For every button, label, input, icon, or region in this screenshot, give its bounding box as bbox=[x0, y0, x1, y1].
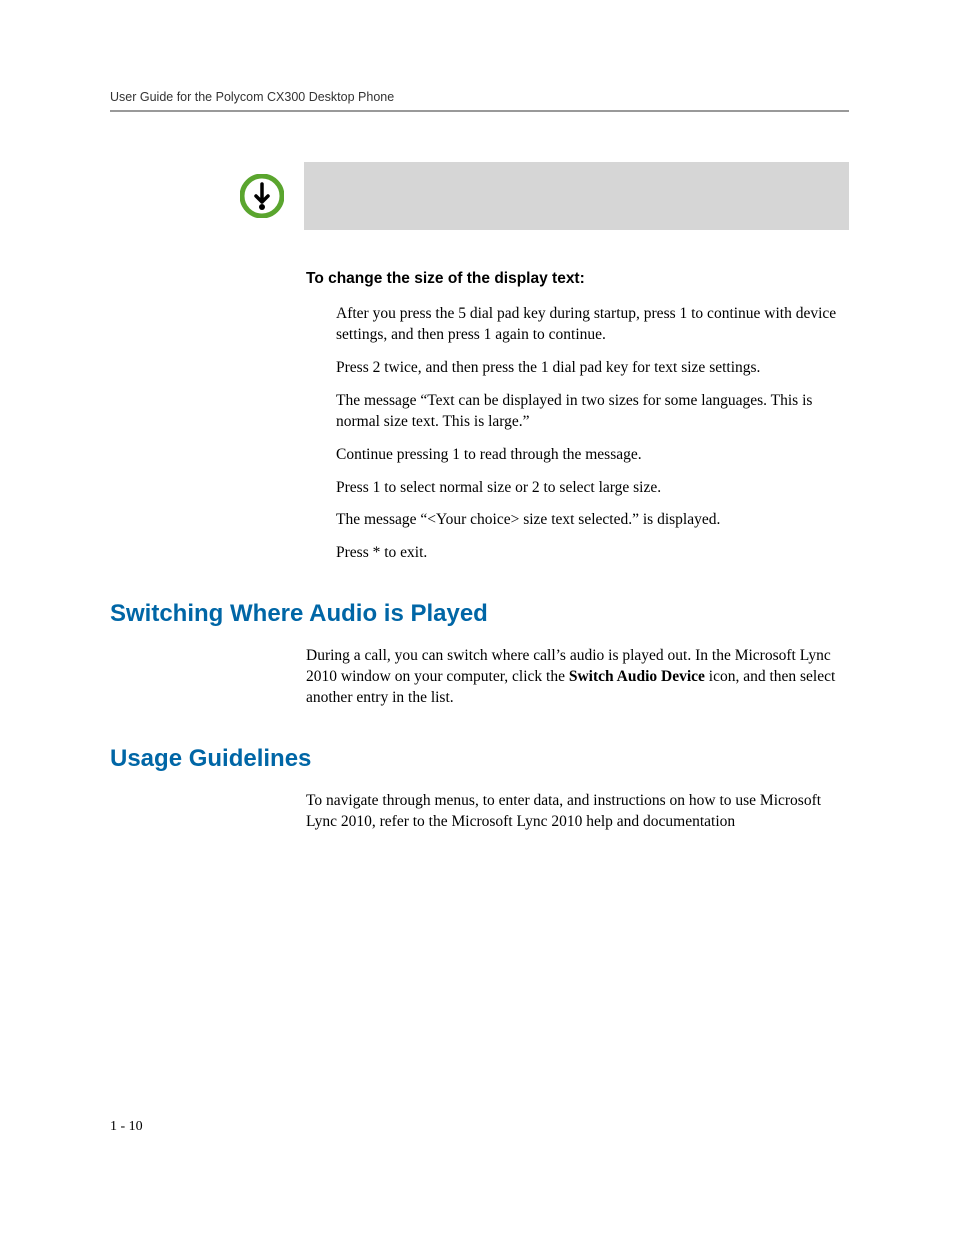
procedure-step: Press * to exit. bbox=[336, 543, 849, 564]
procedure-step: After you press the 5 dial pad key durin… bbox=[336, 304, 849, 346]
procedure-step: The message “Text can be displayed in tw… bbox=[336, 391, 849, 433]
procedure-step: The message “<Your choice> size text sel… bbox=[336, 510, 849, 531]
page-content: User Guide for the Polycom CX300 Desktop… bbox=[0, 0, 954, 903]
tip-icon bbox=[240, 174, 284, 218]
procedure-title: To change the size of the display text: bbox=[306, 270, 849, 288]
section-body: To navigate through menus, to enter data… bbox=[306, 791, 849, 833]
callout-row bbox=[240, 162, 849, 230]
section-text-bold: Switch Audio Device bbox=[569, 668, 705, 685]
section-heading: Switching Where Audio is Played bbox=[110, 600, 849, 628]
procedure-step: Press 1 to select normal size or 2 to se… bbox=[336, 478, 849, 499]
running-header: User Guide for the Polycom CX300 Desktop… bbox=[110, 90, 849, 110]
header-rule bbox=[110, 110, 849, 112]
section-text-pre: To navigate through menus, to enter data… bbox=[306, 792, 821, 830]
procedure-step: Continue pressing 1 to read through the … bbox=[336, 445, 849, 466]
procedure-step: Press 2 twice, and then press the 1 dial… bbox=[336, 358, 849, 379]
page-number: 1 - 10 bbox=[110, 1119, 143, 1135]
section-body: During a call, you can switch where call… bbox=[306, 646, 849, 709]
section-heading: Usage Guidelines bbox=[110, 745, 849, 773]
callout-box bbox=[304, 162, 849, 230]
